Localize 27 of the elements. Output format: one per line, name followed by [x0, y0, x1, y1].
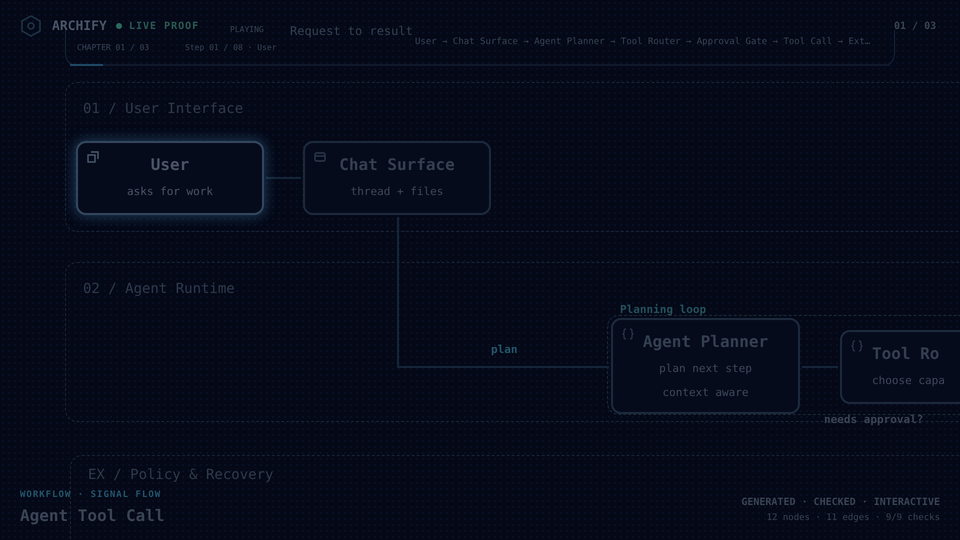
footer-title: Agent Tool Call [20, 505, 164, 527]
node-subtitle: plan next step [659, 360, 752, 377]
braces-icon [851, 340, 863, 352]
braces-icon [622, 328, 634, 340]
brand-name: ARCHIFY [52, 18, 107, 36]
footer-eyebrow: WORKFLOW · SIGNAL FLOW [20, 489, 162, 502]
hexagon-logo-icon [20, 15, 42, 37]
loop-label: Planning loop [620, 302, 706, 318]
player-title: Request to result [290, 23, 413, 40]
footer-badges: GENERATED · CHECKED · INTERACTIVE [741, 495, 940, 510]
node-note: context aware [662, 385, 749, 402]
node-subtitle: thread + files [350, 184, 444, 200]
diagram-node[interactable]: User asks for work [76, 141, 264, 215]
chapter-label: CHAPTER 01 / 03 [77, 42, 150, 54]
node-subtitle: asks for work [126, 184, 214, 200]
player-state: PLAYING [230, 24, 264, 36]
page-counter: 01 / 03 [894, 20, 936, 34]
node-title: User [150, 155, 190, 176]
edge-label: needs approval? [824, 412, 924, 428]
window-icon [314, 151, 326, 163]
step-label: Step 01 / 08 · User [185, 42, 277, 54]
path-trail: User → Chat Surface → Agent Planner → Tool Router → Approval Gate → Tool Call → Ext… [415, 36, 870, 49]
squares-icon [87, 151, 99, 163]
footer-stats: 12 nodes · 11 edges · 9/9 checks [766, 512, 940, 525]
edge-label: plan [491, 342, 518, 358]
status-label: LIVE PROOF [129, 20, 200, 34]
node-subtitle: choose capa [872, 372, 945, 389]
